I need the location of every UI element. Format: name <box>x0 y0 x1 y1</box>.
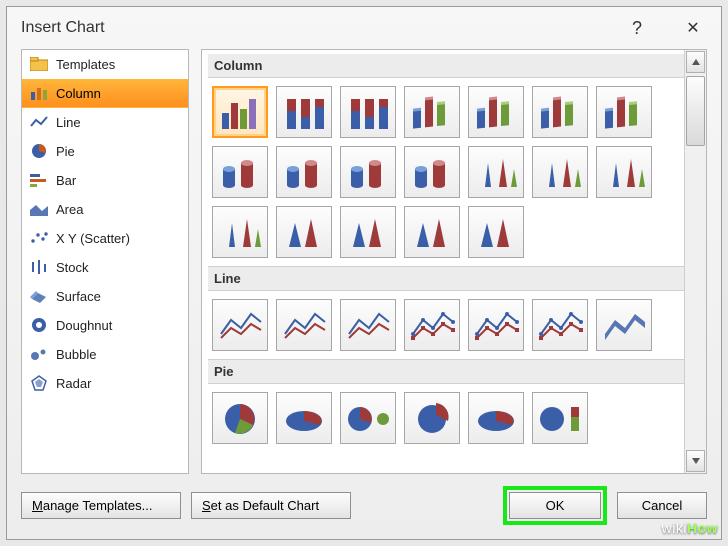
chart-thumb-clustered-column[interactable] <box>212 86 268 138</box>
scatter-icon <box>30 230 48 246</box>
scrollbar-up-button[interactable] <box>686 51 705 73</box>
insert-chart-dialog: Insert Chart ? ✕ Templates Column Line Pie B… <box>6 6 722 540</box>
sidebar-item-label: Surface <box>56 289 101 304</box>
gallery-scrollbar[interactable] <box>684 50 706 473</box>
manage-templates-label: anage Templates... <box>43 498 153 513</box>
set-default-chart-button[interactable]: Set as Default Chart <box>191 492 351 519</box>
scrollbar-thumb[interactable] <box>686 76 705 146</box>
sidebar-item-label: X Y (Scatter) <box>56 231 130 246</box>
sidebar-item-pie[interactable]: Pie <box>22 137 188 166</box>
chart-thumb-100-stacked-cone[interactable] <box>596 146 652 198</box>
dialog-footer: Manage Templates... Set as Default Chart… <box>7 474 721 539</box>
help-button[interactable]: ? <box>623 18 651 39</box>
stock-icon <box>30 259 48 275</box>
chart-thumb-3d-cylinder[interactable] <box>404 146 460 198</box>
scrollbar-track[interactable] <box>685 74 706 449</box>
line-icon <box>30 114 48 130</box>
scrollbar-down-button[interactable] <box>686 450 705 472</box>
ok-highlight-annotation: OK <box>503 486 607 525</box>
sidebar-item-radar[interactable]: Radar <box>22 369 188 398</box>
chart-thumb-stacked-line-markers[interactable] <box>468 299 524 351</box>
chart-thumb-100-stacked-pyramid[interactable] <box>404 206 460 258</box>
set-default-label: et as Default Chart <box>211 498 319 513</box>
chart-thumb-clustered-cone[interactable] <box>468 146 524 198</box>
sidebar-item-label: Pie <box>56 144 75 159</box>
gallery-group-header-column: Column <box>208 54 684 78</box>
chart-gallery-panel: Column Line Pie <box>201 49 707 474</box>
chart-thumb-clustered-pyramid[interactable] <box>276 206 332 258</box>
folder-icon <box>30 56 48 72</box>
chart-thumb-100-stacked-cylinder[interactable] <box>340 146 396 198</box>
chart-thumb-3d-pie[interactable] <box>276 392 332 444</box>
sidebar-item-bubble[interactable]: Bubble <box>22 340 188 369</box>
surface-icon <box>30 288 48 304</box>
sidebar-item-label: Bar <box>56 173 76 188</box>
bubble-icon <box>30 346 48 362</box>
sidebar-item-doughnut[interactable]: Doughnut <box>22 311 188 340</box>
sidebar-item-line[interactable]: Line <box>22 108 188 137</box>
chart-thumb-3d-pyramid[interactable] <box>468 206 524 258</box>
chart-type-sidebar: Templates Column Line Pie Bar Area X Y (Scatte… <box>21 49 189 474</box>
sidebar-item-label: Column <box>56 86 101 101</box>
chart-thumb-stacked-column[interactable] <box>276 86 332 138</box>
gallery-group-header-pie: Pie <box>208 359 684 384</box>
chart-thumb-bar-of-pie[interactable] <box>532 392 588 444</box>
chart-thumb-pie[interactable] <box>212 392 268 444</box>
sidebar-item-x-y-scatter-[interactable]: X Y (Scatter) <box>22 224 188 253</box>
chart-thumb-stacked-pyramid[interactable] <box>340 206 396 258</box>
dialog-title: Insert Chart <box>21 19 105 37</box>
chart-thumb-exploded-pie[interactable] <box>404 392 460 444</box>
sidebar-item-label: Stock <box>56 260 89 275</box>
chart-thumb-3d-line[interactable] <box>596 299 652 351</box>
sidebar-item-label: Line <box>56 115 81 130</box>
chart-thumb-line[interactable] <box>212 299 268 351</box>
chart-thumb-3d-clustered-column[interactable] <box>404 86 460 138</box>
chart-thumb-stacked-cylinder[interactable] <box>276 146 332 198</box>
sidebar-item-column[interactable]: Column <box>22 79 188 108</box>
radar-icon <box>30 375 48 391</box>
gallery-group-pie <box>208 384 684 452</box>
chart-thumb-exploded-3d-pie[interactable] <box>468 392 524 444</box>
gallery-group-column <box>208 78 684 266</box>
chart-thumb-3d-cone[interactable] <box>212 206 268 258</box>
sidebar-item-area[interactable]: Area <box>22 195 188 224</box>
column-icon <box>30 85 48 101</box>
sidebar-item-bar[interactable]: Bar <box>22 166 188 195</box>
chart-thumb-stacked-cone[interactable] <box>532 146 588 198</box>
sidebar-item-label: Radar <box>56 376 91 391</box>
sidebar-item-label: Doughnut <box>56 318 112 333</box>
chart-thumb-line-markers[interactable] <box>404 299 460 351</box>
chart-thumb-100-stacked-line[interactable] <box>340 299 396 351</box>
chart-thumb-3d-100-stacked-column[interactable] <box>532 86 588 138</box>
cancel-button[interactable]: Cancel <box>617 492 707 519</box>
chart-gallery: Column Line Pie <box>202 50 684 473</box>
sidebar-item-templates[interactable]: Templates <box>22 50 188 79</box>
gallery-group-line <box>208 291 684 359</box>
sidebar-item-stock[interactable]: Stock <box>22 253 188 282</box>
close-button[interactable]: ✕ <box>679 18 707 38</box>
chart-thumb-clustered-cylinder[interactable] <box>212 146 268 198</box>
chart-thumb-3d-stacked-column[interactable] <box>468 86 524 138</box>
chart-thumb-100-stacked-column[interactable] <box>340 86 396 138</box>
pie-icon <box>30 143 48 159</box>
sidebar-item-label: Bubble <box>56 347 96 362</box>
chart-thumb-stacked-line[interactable] <box>276 299 332 351</box>
sidebar-item-label: Templates <box>56 57 115 72</box>
bar-icon <box>30 172 48 188</box>
sidebar-item-surface[interactable]: Surface <box>22 282 188 311</box>
sidebar-item-label: Area <box>56 202 83 217</box>
chart-thumb-100-stacked-line-markers[interactable] <box>532 299 588 351</box>
ok-button[interactable]: OK <box>509 492 601 519</box>
area-icon <box>30 201 48 217</box>
gallery-group-header-line: Line <box>208 266 684 291</box>
chart-thumb-3d-column[interactable] <box>596 86 652 138</box>
manage-templates-button[interactable]: Manage Templates... <box>21 492 181 519</box>
doughnut-icon <box>30 317 48 333</box>
titlebar: Insert Chart ? ✕ <box>7 7 721 49</box>
chart-thumb-pie-of-pie[interactable] <box>340 392 396 444</box>
